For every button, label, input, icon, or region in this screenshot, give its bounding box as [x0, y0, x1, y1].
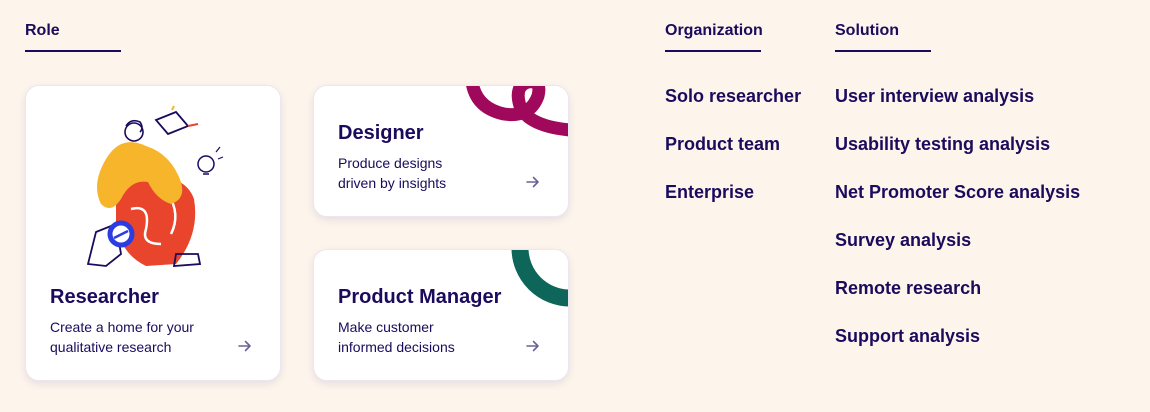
researcher-description: Create a home for your qualitative resea…	[50, 317, 220, 357]
solution-link-list: User interview analysis Usability testin…	[835, 86, 1080, 374]
role-heading: Role	[25, 22, 121, 52]
designer-desc-line-2: driven by insights	[338, 175, 447, 191]
solution-heading: Solution	[835, 22, 931, 52]
designer-desc-line-1: Produce designs	[338, 155, 443, 171]
solution-link-nps-analysis[interactable]: Net Promoter Score analysis	[835, 182, 1080, 230]
designer-card[interactable]: Designer Produce designs driven by insig…	[313, 85, 569, 217]
arrow-right-icon[interactable]	[525, 174, 541, 190]
researcher-desc-line-2: qualitative research	[50, 339, 172, 355]
organization-link-list: Solo researcher Product team Enterprise	[665, 86, 801, 230]
researcher-desc-line-1: Create a home for your	[50, 319, 194, 335]
product-manager-description: Make customer informed decisions	[338, 317, 508, 357]
organization-link-product-team[interactable]: Product team	[665, 134, 801, 182]
product-manager-title: Product Manager	[338, 286, 502, 308]
product-manager-arc-decoration	[511, 250, 568, 307]
solution-link-support-analysis[interactable]: Support analysis	[835, 326, 1080, 374]
researcher-card[interactable]: Researcher Create a home for your qualit…	[25, 85, 281, 381]
researcher-illustration	[86, 105, 224, 267]
designer-swirl-decoration	[466, 86, 568, 137]
designer-description: Produce designs driven by insights	[338, 153, 508, 193]
solution-link-remote-research[interactable]: Remote research	[835, 278, 1080, 326]
designer-title: Designer	[338, 122, 424, 144]
product-manager-desc-line-2: informed decisions	[338, 339, 455, 355]
product-manager-card[interactable]: Product Manager Make customer informed d…	[313, 249, 569, 381]
arrow-right-icon[interactable]	[525, 338, 541, 354]
solution-link-usability-testing-analysis[interactable]: Usability testing analysis	[835, 134, 1080, 182]
organization-link-enterprise[interactable]: Enterprise	[665, 182, 801, 230]
arrow-right-icon[interactable]	[237, 338, 253, 354]
role-menu-panel: Role Organization Solution Researcher Cr…	[0, 0, 1150, 412]
solution-link-user-interview-analysis[interactable]: User interview analysis	[835, 86, 1080, 134]
researcher-title: Researcher	[50, 286, 159, 308]
solution-link-survey-analysis[interactable]: Survey analysis	[835, 230, 1080, 278]
organization-link-solo-researcher[interactable]: Solo researcher	[665, 86, 801, 134]
product-manager-desc-line-1: Make customer	[338, 319, 434, 335]
organization-heading: Organization	[665, 22, 763, 52]
